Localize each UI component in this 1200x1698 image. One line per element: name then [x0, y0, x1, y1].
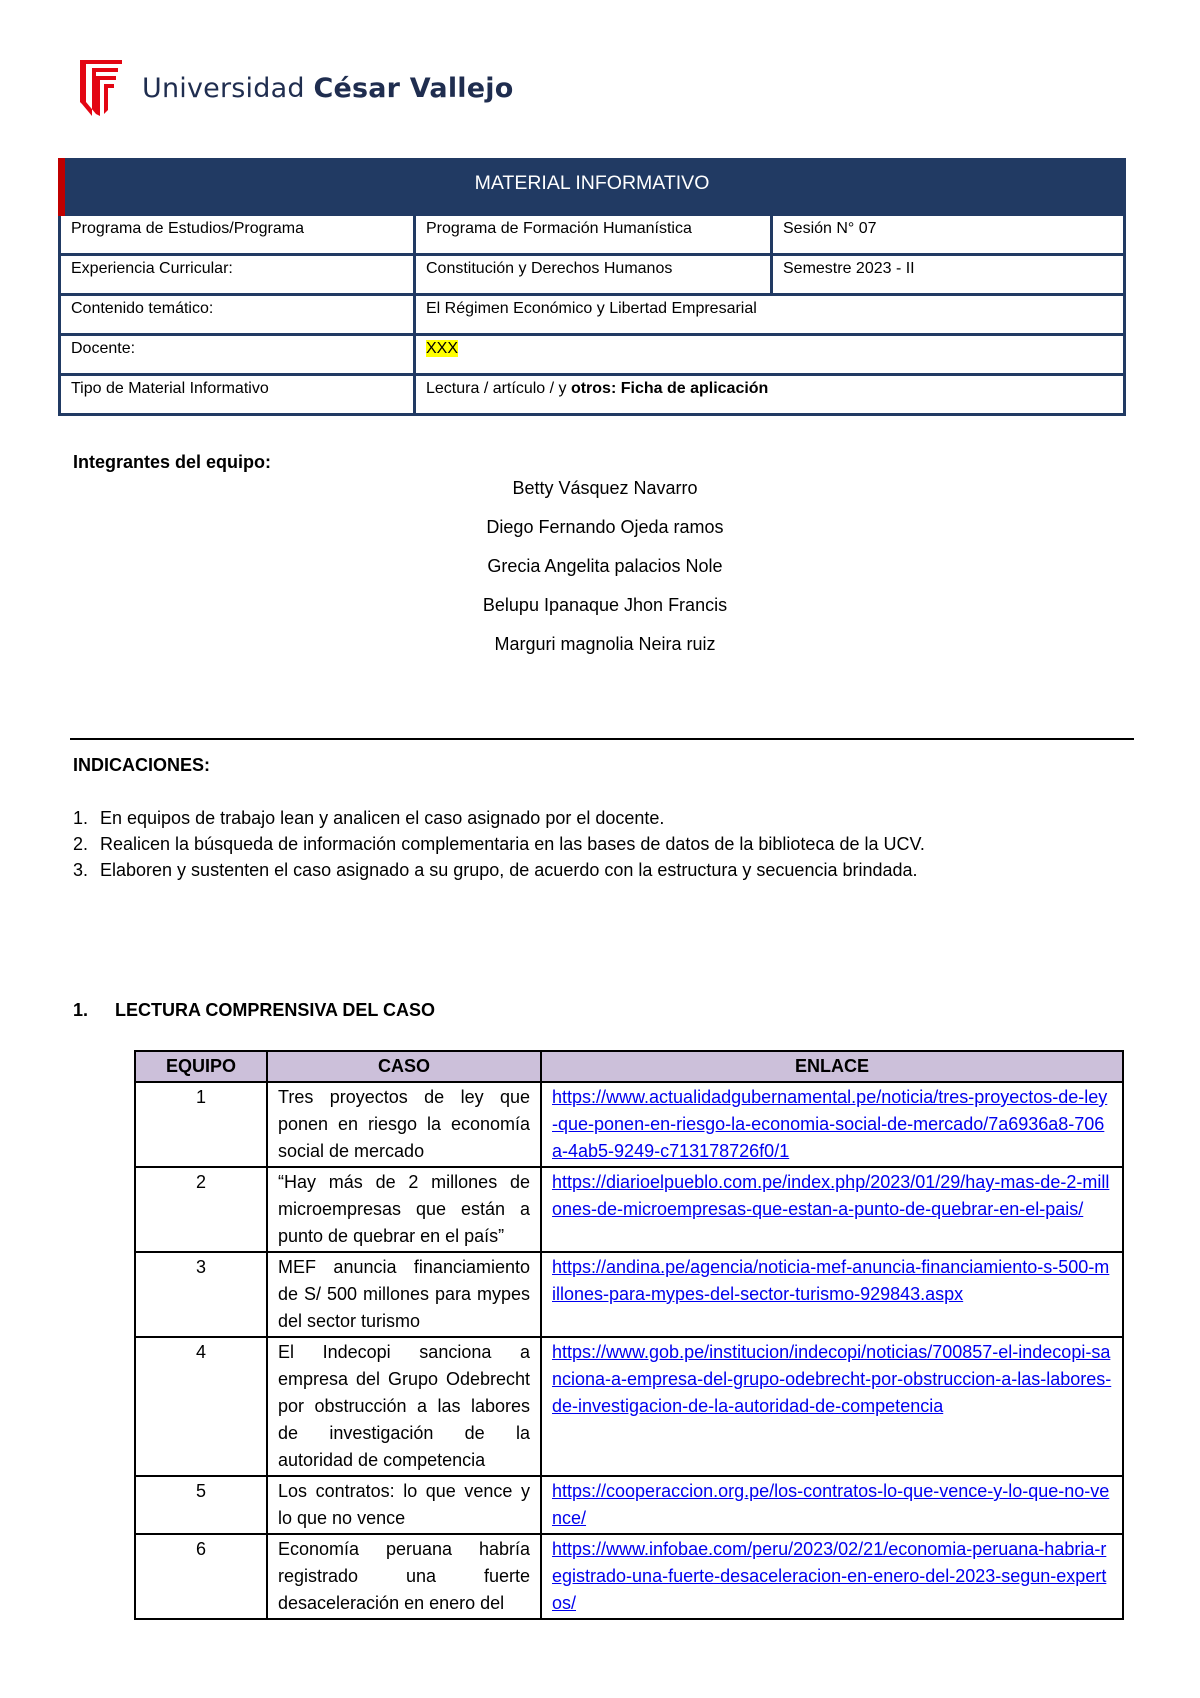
- info-table-header: MATERIAL INFORMATIVO: [58, 158, 1126, 216]
- team-member: Betty Vásquez Navarro: [512, 478, 698, 498]
- cell-equipo: 2: [134, 1166, 268, 1253]
- info-value: Lectura / artículo / y otros: Ficha de a…: [416, 376, 1123, 413]
- case-link[interactable]: https://cooperaccion.org.pe/los-contrato…: [552, 1481, 1109, 1528]
- info-value: XXX: [416, 336, 1123, 373]
- header-enlace: ENLACE: [540, 1050, 1124, 1083]
- table-row: 2 “Hay más de 2 millones de microempresa…: [134, 1166, 1124, 1253]
- case-link[interactable]: https://andina.pe/agencia/noticia-mef-an…: [552, 1257, 1109, 1304]
- info-row-material-type: Tipo de Material Informativo Lectura / a…: [58, 376, 1126, 416]
- info-label: Docente:: [61, 336, 416, 373]
- cell-enlace: https://www.actualidadgubernamental.pe/n…: [540, 1081, 1124, 1168]
- info-value: Programa de Formación Humanística: [416, 216, 773, 253]
- team-member: Marguri magnolia Neira ruiz: [494, 634, 716, 654]
- section-number: 1.: [73, 1000, 89, 1020]
- info-label: Tipo de Material Informativo: [61, 376, 416, 413]
- cell-caso: MEF anuncia financiamiento de S/ 500 mil…: [266, 1251, 542, 1338]
- info-label: Contenido temático:: [61, 296, 416, 333]
- case-link[interactable]: https://www.actualidadgubernamental.pe/n…: [552, 1087, 1107, 1161]
- item-text: En equipos de trabajo lean y analicen el…: [100, 808, 665, 828]
- cases-header-row: EQUIPO CASO ENLACE: [134, 1050, 1124, 1083]
- case-link[interactable]: https://www.gob.pe/institucion/indecopi/…: [552, 1342, 1111, 1416]
- cell-equipo: 1: [134, 1081, 268, 1168]
- info-extra: Semestre 2023 - II: [783, 260, 915, 277]
- cell-equipo: 5: [134, 1475, 268, 1535]
- item-text: Elaboren y sustenten el caso asignado a …: [100, 860, 918, 880]
- header-equipo: EQUIPO: [134, 1050, 268, 1083]
- item-number: 1.: [73, 808, 89, 828]
- section-title: 1. LECTURA COMPRENSIVA DEL CASO: [73, 1000, 435, 1021]
- university-name: Universidad César Vallejo: [142, 73, 513, 104]
- university-name-light: Universidad: [142, 72, 305, 104]
- info-row-curricular: Experiencia Curricular: Constitución y D…: [58, 256, 1126, 296]
- cell-caso: Tres proyectos de ley que ponen en riesg…: [266, 1081, 542, 1168]
- info-row-teacher: Docente: XXX: [58, 336, 1126, 376]
- info-table: MATERIAL INFORMATIVO Programa de Estudio…: [58, 158, 1126, 416]
- material-type-bold: otros: Ficha de aplicación: [570, 380, 769, 397]
- material-type-plain: Lectura / artículo / y: [426, 380, 571, 397]
- table-row: 5 Los contratos: lo que vence y lo que n…: [134, 1475, 1124, 1535]
- ucv-shield-icon: [80, 60, 122, 116]
- cell-enlace: https://diarioelpueblo.com.pe/index.php/…: [540, 1166, 1124, 1253]
- item-number: 3.: [73, 860, 89, 880]
- info-label: Programa de Estudios/Programa: [61, 216, 416, 253]
- indicacion-item: 3. Elaboren y sustenten el caso asignado …: [73, 857, 925, 883]
- cell-enlace: https://www.gob.pe/institucion/indecopi/…: [540, 1336, 1124, 1477]
- cell-equipo: 3: [134, 1251, 268, 1338]
- indicaciones-list: 1. En equipos de trabajo lean y analicen …: [73, 805, 925, 883]
- header-caso: CASO: [266, 1050, 542, 1083]
- university-name-bold: César Vallejo: [313, 72, 514, 104]
- teacher-name-highlight: XXX: [426, 340, 459, 357]
- item-text: Realicen la búsqueda de información comp…: [100, 834, 925, 854]
- info-row-content: Contenido temático: El Régimen Económico…: [58, 296, 1126, 336]
- section-title-text: LECTURA COMPRENSIVA DEL CASO: [115, 1000, 436, 1020]
- indicacion-item: 1. En equipos de trabajo lean y analicen …: [73, 805, 925, 831]
- cell-enlace: https://www.infobae.com/peru/2023/02/21/…: [540, 1533, 1124, 1620]
- cell-equipo: 6: [134, 1533, 268, 1620]
- university-logo: Universidad César Vallejo: [78, 58, 513, 118]
- team-member: Belupu Ipanaque Jhon Francis: [482, 595, 728, 615]
- info-value: El Régimen Económico y Libertad Empresar…: [426, 300, 757, 317]
- cases-table: EQUIPO CASO ENLACE 1 Tres proyectos de l…: [134, 1050, 1124, 1620]
- cell-caso: El Indecopi sanciona a empresa del Grupo…: [266, 1336, 542, 1477]
- info-extra: Sesión N° 07: [783, 220, 877, 237]
- team-member: Grecia Angelita palacios Nole: [487, 556, 723, 576]
- info-table-title: MATERIAL INFORMATIVO: [474, 172, 710, 194]
- team-members: Betty Vásquez Navarro Diego Fernando Oje…: [405, 476, 805, 671]
- case-link[interactable]: https://diarioelpueblo.com.pe/index.php/…: [552, 1172, 1109, 1219]
- table-row: 4 El Indecopi sanciona a empresa del Gru…: [134, 1336, 1124, 1477]
- team-member: Diego Fernando Ojeda ramos: [486, 517, 724, 537]
- indicacion-item: 2. Realicen la búsqueda de información co…: [73, 831, 925, 857]
- cell-caso: Los contratos: lo que vence y lo que no …: [266, 1475, 542, 1535]
- table-row: 6 Economía peruana habría registrado una…: [134, 1533, 1124, 1620]
- table-row: 1 Tres proyectos de ley que ponen en rie…: [134, 1081, 1124, 1168]
- team-label: Integrantes del equipo:: [73, 452, 272, 472]
- case-link[interactable]: https://www.infobae.com/peru/2023/02/21/…: [552, 1539, 1106, 1613]
- cell-enlace: https://andina.pe/agencia/noticia-mef-an…: [540, 1251, 1124, 1338]
- info-row-program: Programa de Estudios/Programa Programa d…: [58, 216, 1126, 256]
- cell-caso: “Hay más de 2 millones de microempresas …: [266, 1166, 542, 1253]
- horizontal-divider: [70, 738, 1134, 740]
- cell-equipo: 4: [134, 1336, 268, 1477]
- info-label: Experiencia Curricular:: [61, 256, 416, 293]
- cell-enlace: https://cooperaccion.org.pe/los-contrato…: [540, 1475, 1124, 1535]
- item-number: 2.: [73, 834, 89, 854]
- table-row: 3 MEF anuncia financiamiento de S/ 500 m…: [134, 1251, 1124, 1338]
- info-value: Constitución y Derechos Humanos: [416, 256, 773, 293]
- cell-caso: Economía peruana habría registrado una f…: [266, 1533, 542, 1620]
- indicaciones-title: INDICACIONES:: [73, 755, 211, 775]
